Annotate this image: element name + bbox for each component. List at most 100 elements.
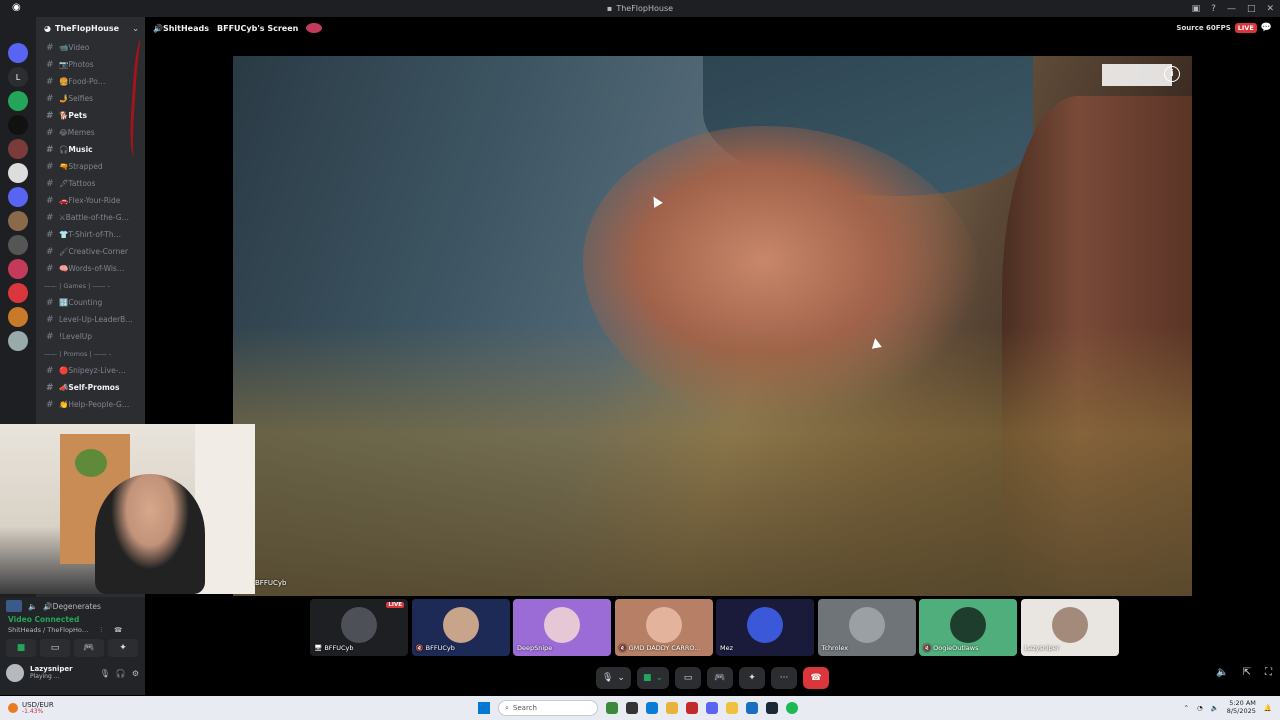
participant-tile[interactable]: 🔇 OogieOutlaws [919,599,1017,656]
speaker-icon[interactable]: 🔈 [1211,704,1219,712]
chrome-icon[interactable] [666,702,678,714]
disconnect-icon[interactable]: ☎ [114,626,122,634]
popout-icon[interactable]: ⇱ [1243,667,1251,678]
spotify-icon[interactable] [786,702,798,714]
clock[interactable]: 5:20 AM 8/5/2025 [1227,699,1256,716]
stream-video[interactable]: i [233,56,1192,596]
app-icon[interactable] [626,702,638,714]
help-icon[interactable]: ? [1211,4,1216,14]
headphones-icon[interactable]: 🎧 [116,669,126,678]
taskbar-search[interactable]: ⌕ Search [498,700,598,716]
screen-share-button[interactable]: ▭ [40,639,70,657]
channel-item[interactable]: # 🔢Counting [36,294,145,311]
chat-icon[interactable]: 💬 [1261,23,1272,33]
avatar[interactable] [6,664,24,682]
channel-item[interactable]: # 📹Video [36,39,145,56]
voice-channel-title[interactable]: 🔊ShitHeads [153,24,209,33]
camera-button[interactable]: ■ [6,639,36,657]
edge-icon[interactable] [646,702,658,714]
server-header[interactable]: ◕ TheFlopHouse ⌄ [36,17,145,39]
gear-icon[interactable]: ⚙ [132,669,139,678]
server-icon[interactable] [8,115,28,135]
more-button[interactable]: ··· [771,666,798,689]
chevron-up-icon[interactable]: ⌃ [1183,704,1188,712]
fullscreen-icon[interactable]: ⛶ [1265,667,1272,678]
mic-button[interactable]: 🎙 ⌄ [595,666,631,689]
category-promos[interactable]: —— | Promos | —— - [36,345,145,362]
server-icon[interactable] [8,43,28,63]
server-icon[interactable] [8,259,28,279]
activities-button[interactable]: 🎮 [74,639,104,657]
participant-tile[interactable]: Lazysniper [1020,599,1119,656]
channel-item[interactable]: # 🚗Flex-Your-Ride [36,192,145,209]
chevron-down-icon[interactable]: ⌄ [132,24,139,33]
server-icon[interactable] [8,139,28,159]
mail-icon[interactable] [746,702,758,714]
channel-item[interactable]: # 🔫Strapped [36,158,145,175]
server-icon[interactable] [8,91,28,111]
channel-item[interactable]: # 📣Self-Promos [36,379,145,396]
mic-icon[interactable]: 🎙 [100,669,110,678]
folder-icon[interactable] [726,702,738,714]
windows-start-icon[interactable] [478,702,490,714]
channel-item[interactable]: # 🤳Selfies [36,90,145,107]
channel-item[interactable]: # 🧠Words-of-Wis… [36,260,145,277]
participant-tile[interactable]: Tchrolex [817,599,916,656]
channel-item[interactable]: # 🐕Pets [36,107,145,124]
discord-icon[interactable] [706,702,718,714]
stream-source-badge[interactable]: Source 60FPS [1176,24,1230,32]
participant-tile[interactable]: 🔇 GMD DADDY CARRO… [614,599,713,656]
voice-channel-row[interactable]: 🔈 🔊Degenerates [0,597,145,615]
screen-share-button[interactable]: ▭ [675,666,702,689]
wifi-icon[interactable]: ◔ [1197,704,1203,712]
channel-item[interactable]: # 🖋Tattoos [36,175,145,192]
channel-item[interactable]: # Level-Up-LeaderB… [36,311,145,328]
signal-icon[interactable]: ⫶ [100,626,102,635]
soundboard-button[interactable]: ✦ [739,666,766,689]
close-button[interactable]: ✕ [1266,4,1274,14]
channel-item[interactable]: # 🎧Music [36,141,145,158]
channel-item[interactable]: # !LevelUp [36,328,145,345]
channel-item[interactable]: # 🖌Creative-Corner [36,243,145,260]
channel-item[interactable]: # 🔴Snipeyz-Live-… [36,362,145,379]
server-icon[interactable] [8,187,28,207]
ticker-widget[interactable]: USD/EUR -1.43% [0,701,120,715]
channel-item[interactable]: # ⚔Battle-of-the-G… [36,209,145,226]
participant-tile[interactable]: LIVE 🖥 BFFUCyb [310,599,408,656]
window-logo-icon: ▪ [606,4,613,13]
maximize-button[interactable]: □ [1247,4,1256,14]
server-icon[interactable] [8,235,28,255]
account-name-wrap[interactable]: Lazysniper Playing … [30,665,73,680]
minimize-button[interactable]: — [1227,4,1236,14]
disconnect-button[interactable]: ☎ [803,666,830,689]
channel-item[interactable]: # 👏Help-People-G… [36,396,145,413]
server-icon[interactable] [8,307,28,327]
channel-label: 🎧Music [59,145,93,154]
participant-tile[interactable]: DeepSnipe [513,599,611,656]
server-icon[interactable] [8,283,28,303]
steam-icon[interactable] [766,702,778,714]
soundboard-button[interactable]: ✦ [108,639,138,657]
discord-logo-icon[interactable]: ◉ [12,2,21,13]
app-icon[interactable] [606,702,618,714]
category-games[interactable]: —— | Games | —— - [36,277,145,294]
participant-tile[interactable]: 🔇 BFFUCyb [411,599,510,656]
activities-button[interactable]: 🎮 [707,666,734,689]
app-icon[interactable] [686,702,698,714]
server-icon[interactable] [8,331,28,351]
server-icon[interactable] [8,163,28,183]
inbox-icon[interactable]: ▣ [1192,4,1201,14]
channel-item[interactable]: # 📷Photos [36,56,145,73]
channel-item[interactable]: # 😂Memes [36,124,145,141]
info-icon[interactable]: i [1164,66,1180,82]
live-badge: LIVE [386,602,404,608]
notifications-icon[interactable]: 🔔 [1264,704,1272,712]
participant-tile[interactable]: Mez [716,599,814,656]
channel-item[interactable]: # 🍔Food-Po… [36,73,145,90]
voice-status[interactable]: Video Connected [0,615,145,625]
camera-button[interactable]: ■ ⌄ [636,666,670,689]
server-icon[interactable]: L [8,67,28,87]
volume-icon[interactable]: 🔈 [1216,667,1228,678]
channel-item[interactable]: # 👕T-Shirt-of-Th… [36,226,145,243]
server-icon[interactable] [8,211,28,231]
